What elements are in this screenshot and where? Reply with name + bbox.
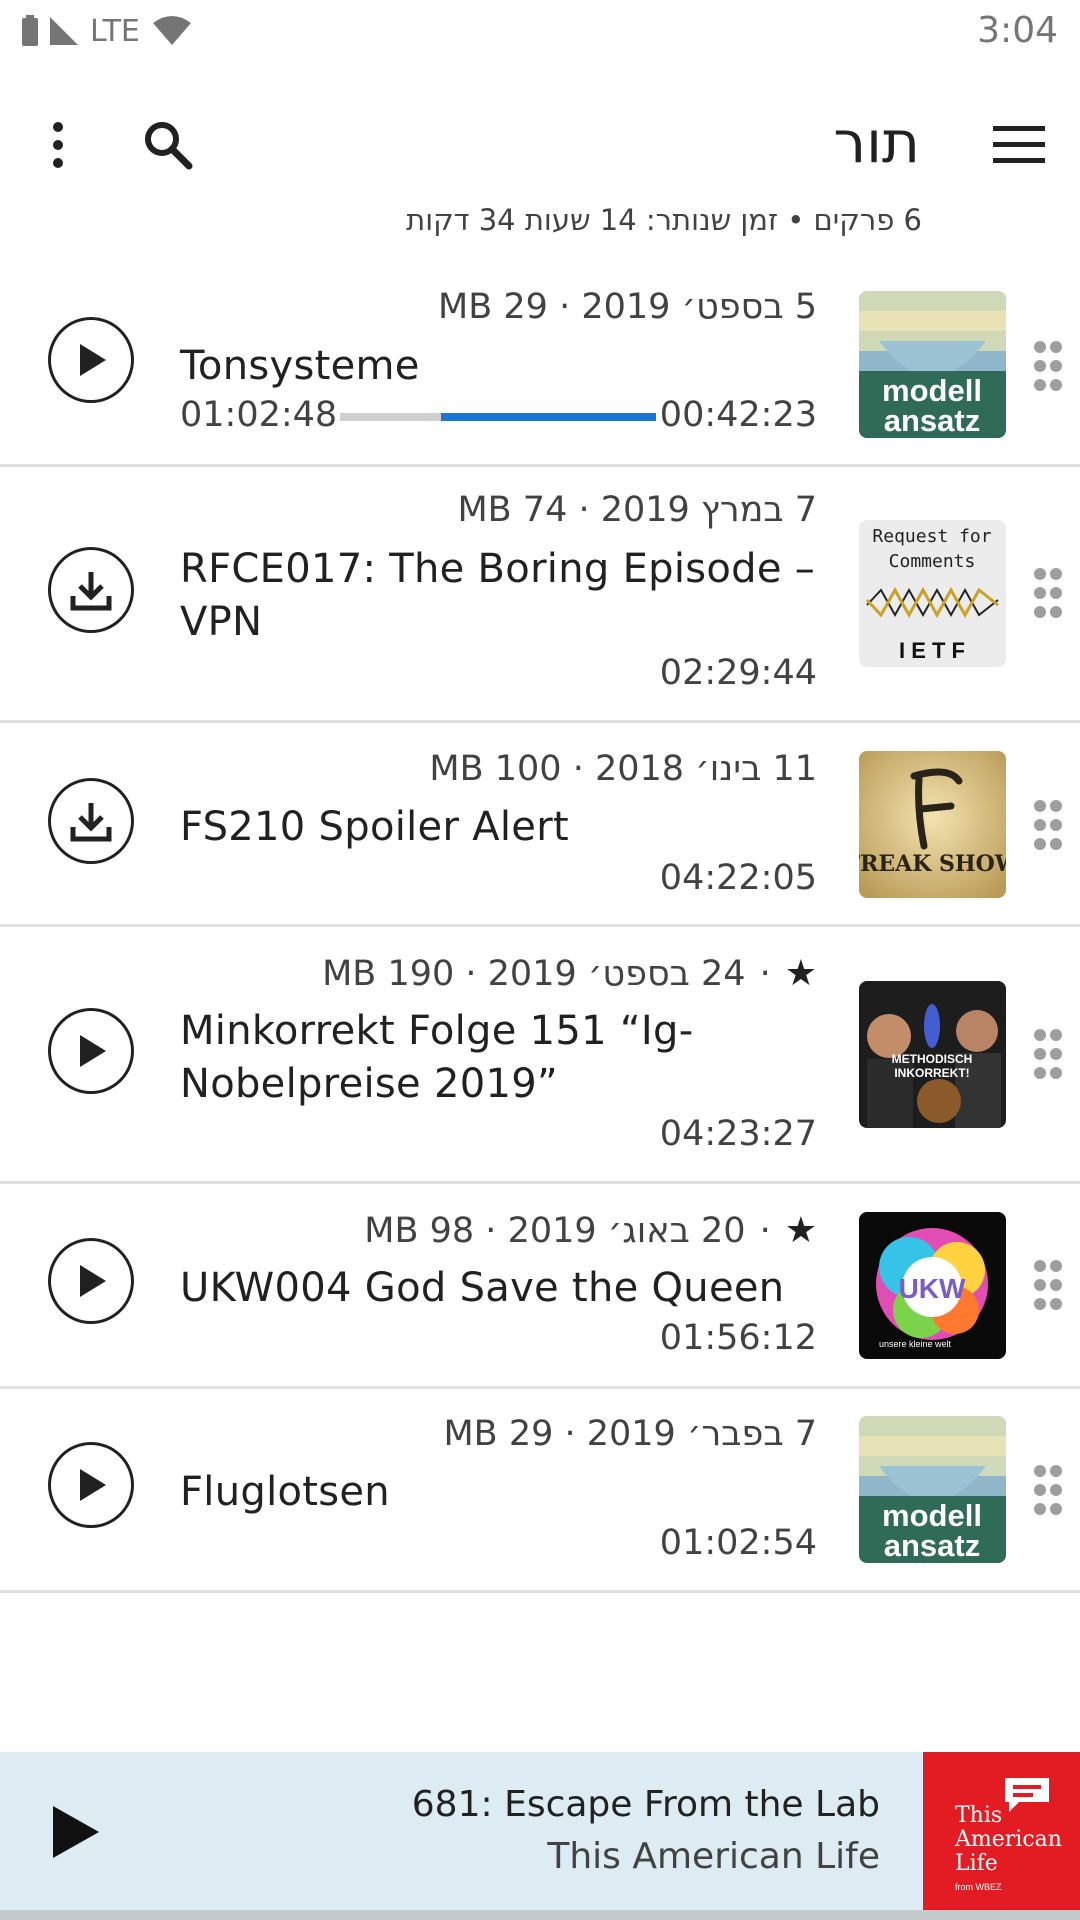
episode-meta-text: 24 בספט׳ 2019 · 190 MB [322, 953, 746, 994]
svg-text:from WBEZ: from WBEZ [955, 1882, 1002, 1892]
episode-title: Fluglotsen [180, 1469, 390, 1515]
list-item[interactable]: 7 בפבר׳ 2019 · 29 MB Fluglotsen 01:02:54… [0, 1389, 1080, 1593]
play-icon [53, 1806, 99, 1858]
play-icon [80, 1469, 106, 1501]
favorite-star-icon: ★ [784, 1210, 817, 1251]
play-icon [80, 1265, 106, 1297]
download-button[interactable] [48, 547, 134, 633]
episode-duration: 02:29:44 [659, 653, 817, 693]
play-button[interactable] [48, 1238, 134, 1324]
meta-separator: · [759, 953, 771, 994]
cell-signal-icon [50, 17, 78, 45]
play-icon [80, 344, 106, 376]
player-play-button[interactable] [30, 1787, 120, 1877]
battery-icon [22, 15, 38, 46]
episode-meta: 7 בפבר׳ 2019 · 29 MB [443, 1414, 817, 1454]
svg-text:I E T F: I E T F [899, 638, 965, 663]
drag-handle-icon[interactable] [1033, 799, 1063, 851]
svg-text:This: This [955, 1803, 1002, 1828]
download-button[interactable] [48, 778, 134, 864]
nav-drawer-button[interactable] [964, 90, 1074, 200]
play-button[interactable] [48, 1008, 134, 1094]
drag-handle-icon[interactable] [1033, 1259, 1063, 1311]
episode-position: 00:42:23 [659, 395, 817, 435]
cover-modell-ansatz: modell ansatz [859, 1416, 1006, 1563]
svg-text:Life: Life [955, 1851, 998, 1876]
episode-title: RFCE017: The Boring Episode – VPN [180, 546, 816, 645]
status-icons: LTE [20, 12, 192, 50]
cover-ukw: UKW unsere kleine welt [859, 1212, 1006, 1359]
svg-text:ansatz: ansatz [884, 403, 980, 438]
episode-duration: 04:22:05 [659, 858, 817, 898]
episode-title: UKW004 God Save the Queen [180, 1265, 785, 1311]
svg-text:ansatz: ansatz [884, 1528, 980, 1563]
episode-duration: 01:02:54 [659, 1523, 817, 1563]
episode-title: Minkorrekt Folge 151 “Ig-Nobelpreise 201… [180, 1008, 694, 1107]
list-item[interactable]: ★ · 20 באוג׳ 2019 · 98 MB UKW004 God Sav… [0, 1184, 1080, 1389]
svg-text:American: American [954, 1827, 1062, 1852]
episode-duration: 01:02:48 [180, 395, 338, 435]
episode-meta-text: 7 בפבר׳ 2019 · 29 MB [443, 1414, 817, 1454]
status-time: 3:04 [977, 10, 1058, 51]
cover-methodisch-inkorrekt: METHODISCH INKORREKT! [859, 981, 1006, 1128]
download-icon [70, 803, 112, 842]
meta-separator: · [759, 1210, 771, 1251]
episode-duration: 04:23:27 [659, 1114, 817, 1154]
hamburger-menu-icon [993, 126, 1045, 163]
drag-handle-icon[interactable] [1033, 1464, 1063, 1516]
svg-text:METHODISCH: METHODISCH [892, 1052, 973, 1066]
search-button[interactable] [113, 90, 223, 200]
episode-meta-text: 11 בינו׳ 2018 · 100 MB [429, 749, 817, 789]
queue-summary: 6 פרקים • זמן שנותר: 14 שעות 34 דקות [406, 203, 922, 237]
drag-handle-icon[interactable] [1033, 1028, 1063, 1080]
svg-text:unsere kleine welt: unsere kleine welt [879, 1339, 952, 1349]
more-vert-icon [53, 122, 63, 168]
drag-handle-icon[interactable] [1033, 567, 1063, 619]
cover-modell-ansatz: modell ansatz [859, 291, 1006, 438]
list-item[interactable]: 11 בינו׳ 2018 · 100 MB FS210 Spoiler Ale… [0, 723, 1080, 927]
episode-meta-text: 5 בספט׳ 2019 · 29 MB [438, 287, 817, 327]
page-title: תור [833, 108, 920, 176]
download-icon [70, 572, 112, 611]
play-button[interactable] [48, 317, 134, 403]
episode-title: Tonsysteme [180, 343, 420, 389]
svg-text:INKORREKT!: INKORREKT! [894, 1066, 969, 1080]
list-item[interactable]: 5 בספט׳ 2019 · 29 MB Tonsysteme 01:02:48… [0, 265, 1080, 467]
wifi-icon [152, 16, 191, 45]
list-item[interactable]: 7 במרץ 2019 · 74 MB RFCE017: The Boring … [0, 467, 1080, 723]
drag-handle-icon[interactable] [1033, 340, 1063, 392]
episode-progress-bar [340, 413, 656, 421]
episode-meta: ★ · 20 באוג׳ 2019 · 98 MB [364, 1210, 817, 1251]
network-type: LTE [90, 13, 140, 49]
cover-freak-show: FREAK SHOW [859, 751, 1006, 898]
svg-text:Comments: Comments [889, 551, 976, 572]
episode-meta-text: 7 במרץ 2019 · 74 MB [457, 490, 817, 530]
play-icon [80, 1035, 106, 1067]
episode-duration: 01:56:12 [659, 1318, 817, 1358]
now-playing-bar[interactable] [0, 1752, 1080, 1910]
episode-meta: 7 במרץ 2019 · 74 MB [457, 490, 817, 530]
overflow-menu-button[interactable] [3, 90, 113, 200]
svg-text:Request for: Request for [872, 526, 991, 547]
cover-request-for-comments: Request for Comments I E T F [859, 520, 1006, 667]
player-episode-title: 681: Escape From the Lab [411, 1784, 880, 1825]
search-icon [145, 122, 193, 170]
svg-text:FREAK SHOW: FREAK SHOW [859, 851, 1006, 877]
episode-meta-text: 20 באוג׳ 2019 · 98 MB [364, 1210, 746, 1251]
episode-progress-fill [441, 413, 656, 421]
svg-text:UKW: UKW [899, 1273, 966, 1304]
play-button[interactable] [48, 1442, 134, 1528]
list-item[interactable]: ★ · 24 בספט׳ 2019 · 190 MB Minkorrekt Fo… [0, 927, 1080, 1184]
player-bottom-edge [0, 1910, 1080, 1920]
status-bar: LTE 3:04 [0, 0, 1080, 62]
episode-meta: ★ · 24 בספט׳ 2019 · 190 MB [322, 953, 817, 994]
player-podcast-title: This American Life [547, 1836, 880, 1877]
episode-title: FS210 Spoiler Alert [180, 804, 569, 850]
episode-meta: 5 בספט׳ 2019 · 29 MB [438, 287, 817, 327]
episode-meta: 11 בינו׳ 2018 · 100 MB [429, 749, 817, 789]
player-cover-this-american-life[interactable]: This American Life from WBEZ [923, 1752, 1080, 1910]
favorite-star-icon: ★ [784, 953, 817, 994]
